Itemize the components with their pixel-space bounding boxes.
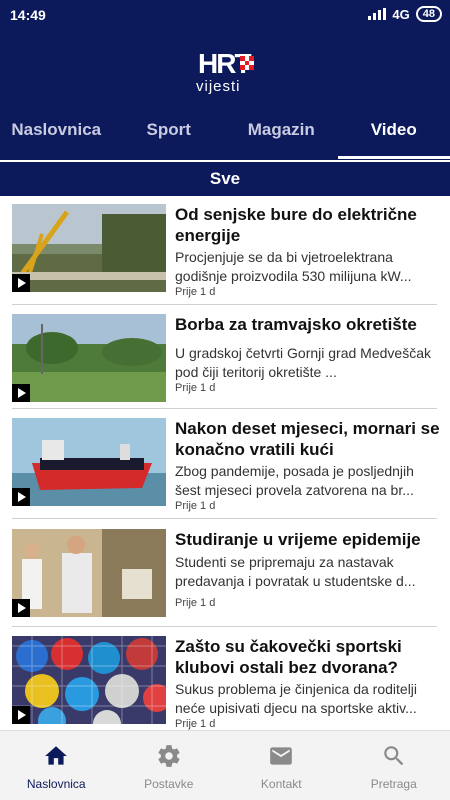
article-description: Sukus problema je činjenica da roditelji… <box>175 681 418 716</box>
network-type: 4G <box>392 6 410 22</box>
play-icon <box>12 706 30 724</box>
status-bar: 14:49 4G 48 <box>0 0 450 30</box>
list-item[interactable]: Od senjske bure do električne energije P… <box>0 200 450 308</box>
nav-label: Postavke <box>144 777 194 791</box>
article-time: Prije 1 d <box>175 500 216 512</box>
list-item[interactable]: Studiranje u vrijeme epidemije Studenti … <box>0 525 450 633</box>
article-time: Prije 1 d <box>175 382 216 394</box>
article-time: Prije 1 d <box>175 286 216 298</box>
tab-naslovnica[interactable]: Naslovnica <box>0 112 113 158</box>
divider <box>12 518 437 519</box>
video-thumbnail[interactable] <box>12 418 166 506</box>
list-item[interactable]: Zašto su čakovečki sportski klubovi osta… <box>0 632 450 740</box>
article-description: Zbog pandemije, posada je posljednjih še… <box>175 463 414 498</box>
mail-icon <box>270 747 293 765</box>
video-thumbnail[interactable] <box>12 636 166 724</box>
hrt-logo: HRT vijesti <box>196 48 256 96</box>
nav-label: Naslovnica <box>26 777 86 791</box>
article-description: Studenti se pripremaju za nastavak preda… <box>175 554 416 589</box>
filter-bar[interactable]: Sve <box>0 162 450 196</box>
play-icon <box>12 384 30 402</box>
tab-sport[interactable]: Sport <box>113 112 226 158</box>
tab-indicator <box>338 156 450 159</box>
video-thumbnail[interactable] <box>12 314 166 402</box>
gear-icon <box>158 745 180 767</box>
play-icon <box>12 274 30 292</box>
article-title[interactable]: Studiranje u vrijeme epidemije <box>175 529 443 550</box>
divider <box>12 304 437 305</box>
nav-label: Kontakt <box>260 777 302 791</box>
video-thumbnail[interactable] <box>12 529 166 617</box>
article-title[interactable]: Od senjske bure do električne energije <box>175 204 443 246</box>
signal-icon <box>368 8 387 20</box>
nav-pretraga[interactable]: Pretraga <box>338 731 450 800</box>
article-title[interactable]: Nakon deset mjeseci, mornari se konačno … <box>175 418 443 460</box>
tab-magazin[interactable]: Magazin <box>225 112 338 158</box>
app-root: 14:49 4G 48 HRT vijesti Naslovnica Sport… <box>0 0 450 800</box>
article-title[interactable]: Borba za tramvajsko okretište <box>175 314 443 335</box>
nav-kontakt[interactable]: Kontakt <box>225 731 338 800</box>
home-icon <box>45 746 68 765</box>
nav-postavke[interactable]: Postavke <box>113 731 226 800</box>
status-indicators: 4G 48 <box>368 6 442 22</box>
status-time: 14:49 <box>10 7 46 23</box>
nav-naslovnica[interactable]: Naslovnica <box>0 731 113 800</box>
battery-icon: 48 <box>415 6 442 22</box>
logo-checker-icon <box>240 56 254 70</box>
search-icon <box>384 746 403 766</box>
list-item[interactable]: Nakon deset mjeseci, mornari se konačno … <box>0 414 450 522</box>
tab-bar: Naslovnica Sport Magazin Video <box>0 112 450 158</box>
divider <box>12 408 437 409</box>
play-icon <box>12 599 30 617</box>
list-item[interactable]: Borba za tramvajsko okretište U gradskoj… <box>0 310 450 418</box>
divider <box>12 626 437 627</box>
bottom-navigation: Naslovnica Postavke Kontakt Pretraga <box>0 730 450 800</box>
article-time: Prije 1 d <box>175 718 216 730</box>
nav-label: Pretraga <box>370 777 417 791</box>
tab-video[interactable]: Video <box>338 112 450 158</box>
logo-sub: vijesti <box>196 78 241 95</box>
play-icon <box>12 488 30 506</box>
video-thumbnail[interactable] <box>12 204 166 292</box>
article-description: U gradskoj četvrti Gornji grad Medveščak… <box>175 345 431 380</box>
header: 14:49 4G 48 HRT vijesti Naslovnica Sport… <box>0 0 450 160</box>
article-time: Prije 1 d <box>175 597 216 609</box>
article-description: Procjenjuje se da bi vjetroelektrana god… <box>175 249 412 284</box>
article-title[interactable]: Zašto su čakovečki sportski klubovi osta… <box>175 636 443 678</box>
